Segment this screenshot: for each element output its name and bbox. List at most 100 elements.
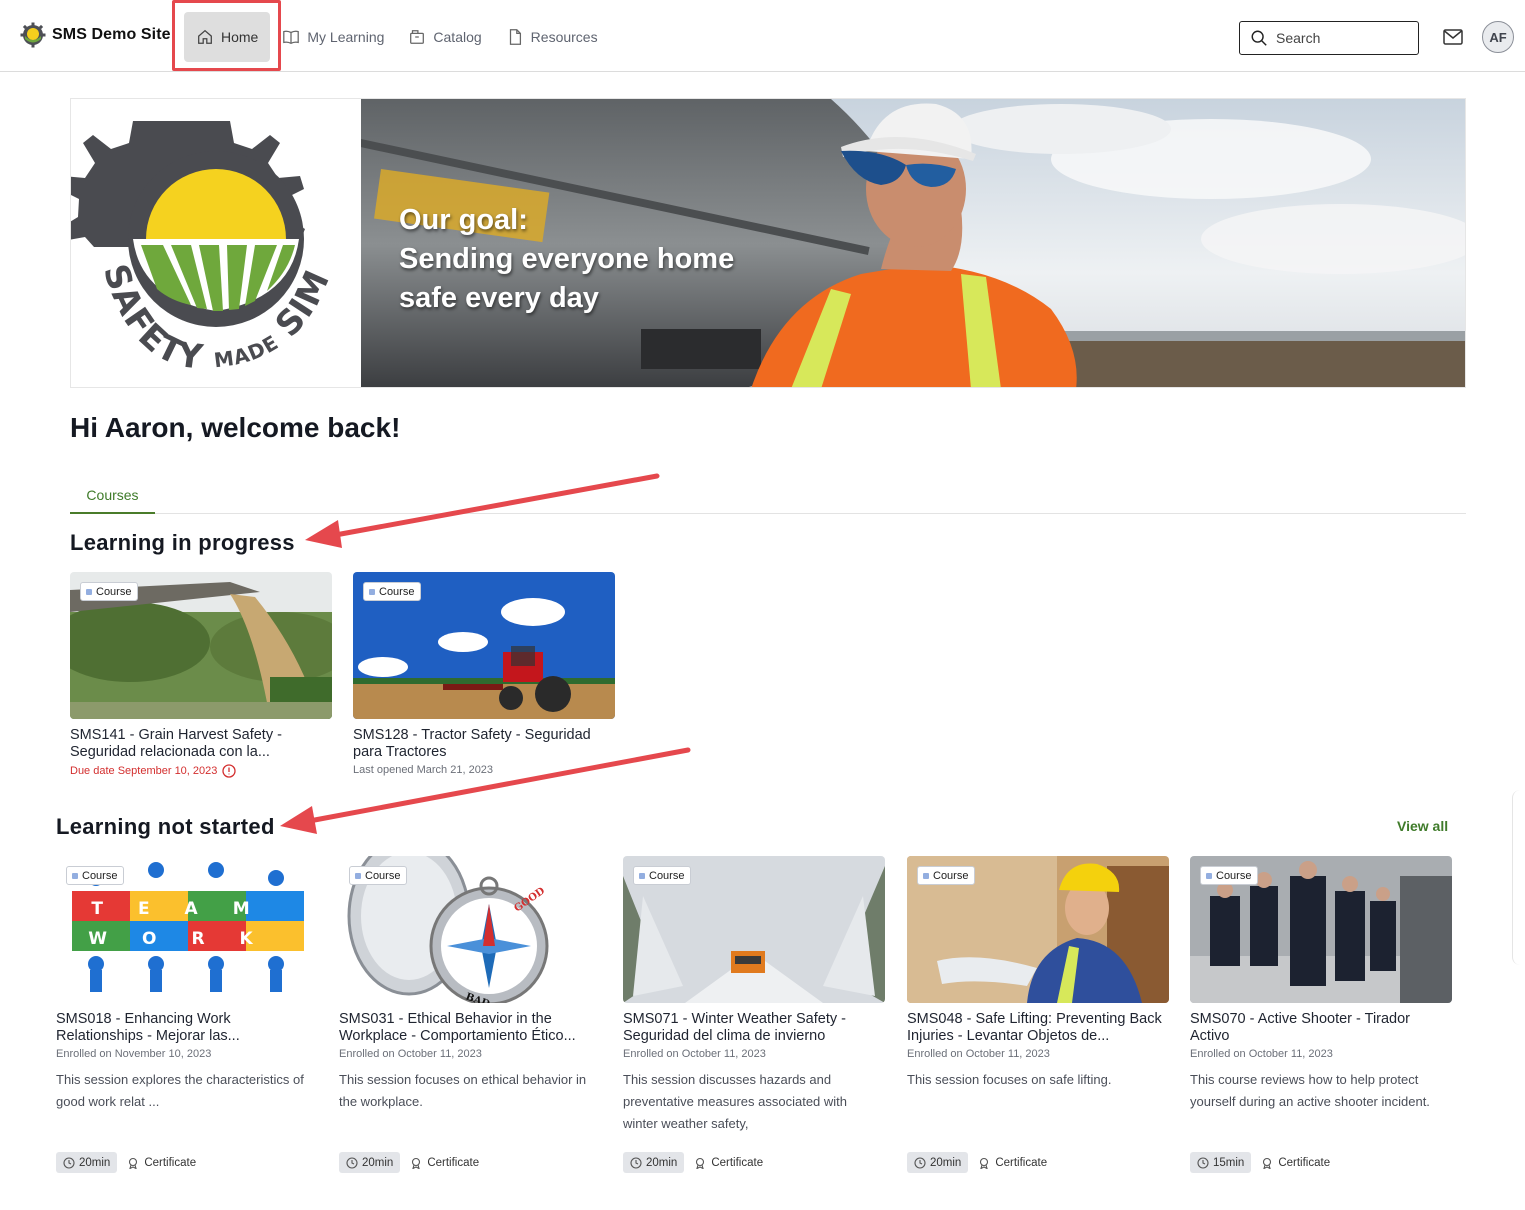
tab-courses[interactable]: Courses <box>70 478 155 514</box>
enrolled-date: Enrolled on October 11, 2023 <box>339 1048 601 1060</box>
enrolled-date-text: Enrolled on October 11, 2023 <box>339 1048 482 1060</box>
course-badge: Course <box>80 582 139 601</box>
certificate-icon <box>412 1157 421 1169</box>
clock-icon <box>630 1156 642 1169</box>
slogan-line-3: safe every day <box>399 282 599 314</box>
nav-home[interactable]: Home <box>184 12 271 62</box>
clock-icon <box>63 1156 75 1169</box>
last-opened: Last opened March 21, 2023 <box>353 764 615 776</box>
document-icon <box>509 29 521 45</box>
top-navigation-bar: SMS Demo Site Home My Learning Catalog R… <box>0 0 1525 72</box>
home-icon <box>198 29 212 44</box>
course-footer: 15min Certificate <box>1190 1152 1452 1173</box>
certificate-icon <box>696 1157 705 1169</box>
course-card-sms048[interactable]: Course SMS048 - Safe Lifting: Preventing… <box>907 856 1169 1173</box>
enrolled-date: Enrolled on October 11, 2023 <box>623 1048 885 1060</box>
course-title[interactable]: SMS071 - Winter Weather Safety - Segurid… <box>623 1011 885 1045</box>
course-title[interactable]: SMS031 - Ethical Behavior in the Workpla… <box>339 1011 601 1045</box>
course-title[interactable]: SMS128 - Tractor Safety - Seguridad para… <box>353 727 615 761</box>
slogan-line-1: Our goal: <box>399 204 528 236</box>
certificate-text: Certificate <box>1278 1156 1331 1169</box>
course-thumbnail: TEAM WORK Course <box>56 856 318 1003</box>
user-avatar[interactable]: AF <box>1482 21 1514 53</box>
certificate-text: Certificate <box>711 1156 764 1169</box>
course-thumbnail: Course <box>907 856 1169 1003</box>
course-badge-icon <box>72 872 78 879</box>
certificate-label: Certificate <box>1261 1157 1330 1169</box>
catalog-icon <box>410 30 425 44</box>
banner-slogan: Our goal: Sending everyone home safe eve… <box>399 201 734 318</box>
course-badge-label: Course <box>365 869 401 882</box>
duration-text: 20min <box>362 1156 394 1169</box>
not-started-title: Learning not started <box>56 814 275 839</box>
enrolled-date-text: Enrolled on November 10, 2023 <box>56 1048 212 1060</box>
certificate-label: Certificate <box>978 1157 1047 1169</box>
course-title[interactable]: SMS018 - Enhancing Work Relationships - … <box>56 1011 318 1045</box>
arrow-head-in-progress <box>305 520 342 548</box>
mail-icon[interactable] <box>1442 27 1464 47</box>
nav-resources[interactable]: Resources <box>494 12 610 62</box>
enrolled-date-text: Enrolled on October 11, 2023 <box>1190 1048 1333 1060</box>
search-icon <box>1251 30 1267 46</box>
course-description: This session focuses on ethical behavior… <box>339 1072 587 1109</box>
view-all-link[interactable]: View all <box>1397 818 1448 834</box>
main-nav: Home My Learning Catalog Resources <box>184 12 610 62</box>
nav-resources-label: Resources <box>530 29 598 45</box>
course-thumbnail: Course <box>70 572 332 719</box>
duration-chip: 20min <box>339 1152 401 1173</box>
banner-logo-panel: SAFETY MADE SIMPLE <box>71 99 361 387</box>
course-title[interactable]: SMS141 - Grain Harvest Safety - Segurida… <box>70 727 332 761</box>
course-title[interactable]: SMS070 - Active Shooter - Tirador Activo <box>1190 1011 1452 1045</box>
nav-my-learning[interactable]: My Learning <box>270 12 396 62</box>
duration-text: 20min <box>930 1156 962 1169</box>
logo-word-made: MADE <box>213 330 283 372</box>
enrolled-date: Enrolled on November 10, 2023 <box>56 1048 318 1060</box>
certificate-icon <box>1263 1157 1272 1169</box>
course-badge-icon <box>369 588 375 595</box>
teamwork-word-1: TEAM <box>91 899 284 919</box>
course-badge-label: Course <box>933 869 969 882</box>
slogan-line-2: Sending everyone home <box>399 243 735 275</box>
course-badge-icon <box>86 588 92 595</box>
course-badge-label: Course <box>649 869 685 882</box>
certificate-text: Certificate <box>995 1156 1048 1169</box>
search-input[interactable] <box>1276 30 1406 46</box>
duration-chip: 20min <box>56 1152 118 1173</box>
duration-text: 15min <box>1213 1156 1245 1169</box>
course-card-sms070[interactable]: Course SMS070 - Active Shooter - Tirador… <box>1190 856 1452 1173</box>
course-card-sms018[interactable]: TEAM WORK Course SMS018 - Enhancing Work… <box>56 856 318 1173</box>
course-card-sms128[interactable]: Course SMS128 - Tractor Safety - Segurid… <box>353 572 615 776</box>
nav-catalog-label: Catalog <box>433 29 482 45</box>
nav-home-label: Home <box>221 29 259 45</box>
duration-text: 20min <box>79 1156 111 1169</box>
course-badge-icon <box>355 872 361 879</box>
course-badge-label: Course <box>82 869 118 882</box>
alert-circle-icon <box>222 764 237 778</box>
duration-chip: 20min <box>907 1152 969 1173</box>
teamwork-word-2: WORK <box>88 929 287 949</box>
certificate-label: Certificate <box>127 1157 196 1169</box>
certificate-text: Certificate <box>144 1156 197 1169</box>
certificate-text: Certificate <box>427 1156 480 1169</box>
course-title[interactable]: SMS048 - Safe Lifting: Preventing Back I… <box>907 1011 1169 1045</box>
course-badge-icon <box>923 872 929 879</box>
duration-text: 20min <box>646 1156 678 1169</box>
due-date: Due date September 10, 2023 <box>70 764 332 778</box>
site-brand[interactable]: SMS Demo Site <box>20 22 171 48</box>
course-badge: Course <box>349 866 408 885</box>
site-name: SMS Demo Site <box>52 26 171 43</box>
course-card-sms141[interactable]: Course SMS141 - Grain Harvest Safety - S… <box>70 572 332 778</box>
nav-catalog[interactable]: Catalog <box>396 12 493 62</box>
course-footer: 20min Certificate <box>623 1152 885 1173</box>
course-description: This session explores the characteristic… <box>56 1072 304 1109</box>
course-card-sms031[interactable]: GOOD BAD Course SMS031 - Ethical Behavio… <box>339 856 601 1173</box>
search-box[interactable] <box>1239 21 1419 55</box>
course-badge: Course <box>633 866 692 885</box>
course-card-sms071[interactable]: Course SMS071 - Winter Weather Safety - … <box>623 856 885 1173</box>
duration-chip: 20min <box>623 1152 685 1173</box>
page-edge-decoration <box>1512 790 1525 965</box>
duration-chip: 15min <box>1190 1152 1252 1173</box>
hero-banner: SAFETY MADE SIMPLE <box>70 98 1466 388</box>
safety-made-simple-logo-icon: SAFETY MADE SIMPLE <box>71 99 337 378</box>
enrolled-date-text: Enrolled on October 11, 2023 <box>623 1048 766 1060</box>
